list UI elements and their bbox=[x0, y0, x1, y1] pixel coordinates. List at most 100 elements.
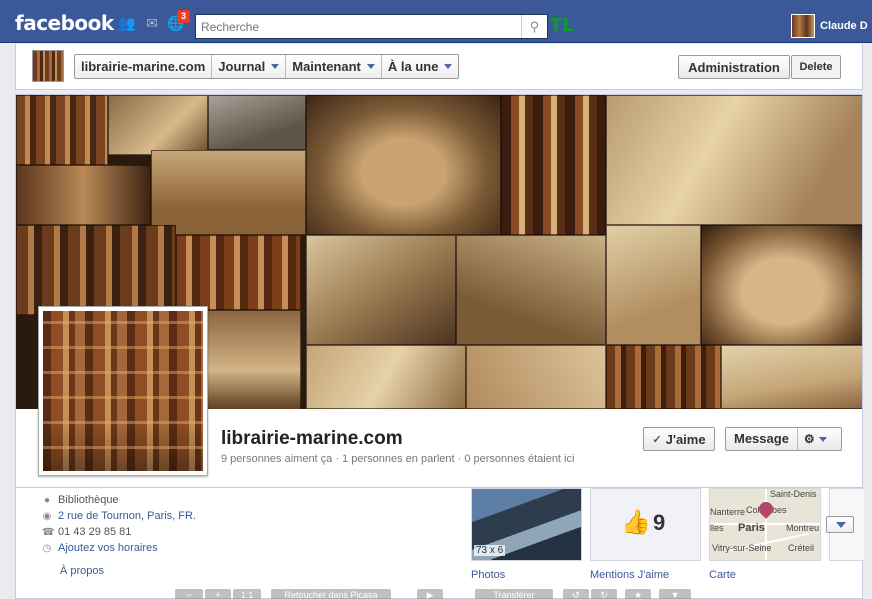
photo-viewer-toolbar: − + 1:1 Retoucher dans Picasa ▶ Transfér… bbox=[175, 586, 695, 599]
timeline-nav-item[interactable]: librairie-marine.com bbox=[75, 55, 213, 78]
cover-collage-tile bbox=[456, 235, 606, 345]
zoom-level[interactable]: 1:1 bbox=[233, 589, 261, 599]
map-app-tile[interactable]: Saint-Denis Colombes lles Paris Montreu … bbox=[709, 488, 821, 561]
cover-collage-tile bbox=[306, 95, 501, 235]
facebook-logo[interactable]: facebook bbox=[15, 11, 114, 35]
gear-icon[interactable]: ⚙ bbox=[798, 432, 833, 446]
timeline-nav-label: Journal bbox=[218, 59, 266, 74]
cover-collage-tile bbox=[108, 95, 208, 155]
cover-collage-tile bbox=[208, 95, 306, 150]
checkmark-icon: ✓ bbox=[652, 433, 662, 446]
message-button-label: Message bbox=[726, 428, 798, 450]
chevron-down-icon bbox=[271, 64, 280, 69]
search-icon[interactable]: ⚲ bbox=[521, 15, 547, 38]
timeline-nav-item[interactable]: Journal bbox=[212, 55, 287, 78]
cover-collage-tile bbox=[466, 345, 606, 409]
address-line: ◉ 2 rue de Tournon, Paris, FR. bbox=[42, 510, 197, 522]
map-place-label: Montreu bbox=[786, 523, 820, 533]
chevron-down-icon[interactable] bbox=[826, 516, 854, 533]
transfer-button[interactable]: Transférer bbox=[475, 589, 553, 599]
likes-app-tile[interactable]: 👍 9 bbox=[590, 488, 701, 561]
trash-icon[interactable]: ▼ bbox=[659, 589, 691, 599]
cover-collage-tile bbox=[606, 225, 701, 345]
page-thumbnail[interactable] bbox=[32, 50, 64, 82]
photos-app-label[interactable]: Photos bbox=[471, 569, 505, 581]
cover-collage-tile bbox=[151, 150, 306, 235]
star-icon[interactable]: ★ bbox=[625, 589, 651, 599]
message-button[interactable]: Message ⚙ bbox=[725, 427, 842, 451]
clock-icon: ◷ bbox=[42, 542, 52, 554]
map-app-label[interactable]: Carte bbox=[709, 569, 736, 581]
page-title[interactable]: librairie-marine.com bbox=[221, 428, 403, 450]
category-line: ● Bibliothèque bbox=[42, 494, 119, 506]
address-country-link[interactable]: FR. bbox=[178, 510, 196, 522]
map-pin-icon bbox=[756, 499, 776, 519]
timeline-nav-label: À la une bbox=[387, 59, 439, 74]
phone-icon: ☎ bbox=[42, 526, 55, 538]
chevron-down-icon bbox=[366, 64, 375, 69]
map-place-label: Créteil bbox=[788, 543, 815, 553]
address-city-link[interactable]: Paris bbox=[147, 510, 172, 522]
timeline-nav-item[interactable]: Maintenant bbox=[286, 55, 382, 78]
page-info-row: ● Bibliothèque ◉ 2 rue de Tournon, Paris… bbox=[15, 488, 864, 599]
add-hours-link[interactable]: Ajoutez vos horaires bbox=[58, 542, 158, 554]
phone-line: ☎ 01 43 29 85 81 bbox=[42, 526, 131, 538]
search-box: ⚲ bbox=[195, 14, 548, 39]
timeline-nav: librairie-marine.com Journal Maintenant À l… bbox=[74, 54, 460, 79]
tl-extension-icon[interactable]: TL bbox=[550, 15, 574, 36]
map-place-label: lles bbox=[710, 523, 724, 533]
notification-count-badge: 3 bbox=[177, 10, 191, 23]
location-pin-icon: ◉ bbox=[42, 510, 52, 522]
cover-collage-tile bbox=[176, 235, 301, 310]
rotate-right-icon[interactable]: ↻ bbox=[591, 589, 617, 599]
user-name-link[interactable]: Claude D bbox=[820, 20, 868, 32]
administration-button[interactable]: Administration bbox=[678, 55, 790, 79]
cover-collage-tile bbox=[701, 225, 862, 345]
profile-picture[interactable] bbox=[38, 306, 208, 476]
retouch-picasa-button[interactable]: Retoucher dans Picasa bbox=[271, 589, 391, 599]
cover-collage-tile bbox=[16, 225, 176, 315]
cover-collage-tile bbox=[606, 345, 721, 409]
like-button-label: J'aime bbox=[665, 431, 706, 447]
map-place-label: Vitry-sur-Seine bbox=[712, 543, 772, 553]
page-nav-bar: librairie-marine.com Journal Maintenant À l… bbox=[15, 44, 863, 90]
category-text: Bibliothèque bbox=[58, 494, 119, 506]
chevron-down-icon bbox=[444, 64, 453, 69]
cover-collage-tile bbox=[16, 95, 108, 165]
map-place-label: Saint-Denis bbox=[770, 489, 817, 499]
map-place-label: Nanterre bbox=[710, 507, 746, 517]
cover-collage-tile bbox=[606, 95, 862, 225]
timeline-nav-item[interactable]: À la une bbox=[382, 55, 459, 78]
address-street-link[interactable]: 2 rue de Tournon bbox=[58, 510, 141, 522]
timeline-nav-label: Maintenant bbox=[292, 59, 361, 74]
cover-collage-tile bbox=[306, 235, 456, 345]
cover-collage-tile bbox=[501, 95, 606, 235]
map-place-label: Paris bbox=[738, 522, 765, 534]
friend-requests-icon[interactable]: 👥 bbox=[118, 15, 136, 31]
page-stats: 9 personnes aiment ça · 1 personnes en p… bbox=[221, 453, 575, 465]
timeline-nav-label: librairie-marine.com bbox=[81, 59, 206, 74]
rotate-left-icon[interactable]: ↺ bbox=[563, 589, 589, 599]
likes-app-label[interactable]: Mentions J'aime bbox=[590, 569, 669, 581]
zoom-out-icon[interactable]: − bbox=[175, 589, 203, 599]
about-link[interactable]: À propos bbox=[60, 565, 104, 577]
timeline-header: librairie-marine.com 9 personnes aiment … bbox=[15, 94, 863, 488]
delete-button[interactable]: Delete bbox=[791, 55, 841, 79]
cover-collage-tile bbox=[721, 345, 862, 409]
cover-collage-tile bbox=[16, 165, 151, 225]
user-avatar[interactable] bbox=[791, 14, 815, 38]
phone-number: 01 43 29 85 81 bbox=[58, 526, 132, 538]
play-icon[interactable]: ▶ bbox=[417, 589, 443, 599]
thumbs-up-icon: 👍 bbox=[621, 509, 651, 536]
photos-app-tile[interactable]: 73 x 6 bbox=[471, 488, 582, 561]
top-bar: facebook 👥 ✉ 🌐 3 ⚲ TL Claude D bbox=[0, 0, 872, 43]
search-input[interactable] bbox=[196, 15, 521, 38]
tag-icon: ● bbox=[43, 494, 51, 506]
likes-count: 9 bbox=[653, 510, 666, 535]
photos-overlay-text: 73 x 6 bbox=[474, 545, 506, 556]
cover-collage-tile bbox=[306, 345, 466, 409]
messages-icon[interactable]: ✉ bbox=[143, 15, 161, 31]
hours-line: ◷ Ajoutez vos horaires bbox=[42, 542, 158, 554]
like-button[interactable]: ✓ J'aime bbox=[643, 427, 715, 451]
zoom-in-icon[interactable]: + bbox=[205, 589, 231, 599]
